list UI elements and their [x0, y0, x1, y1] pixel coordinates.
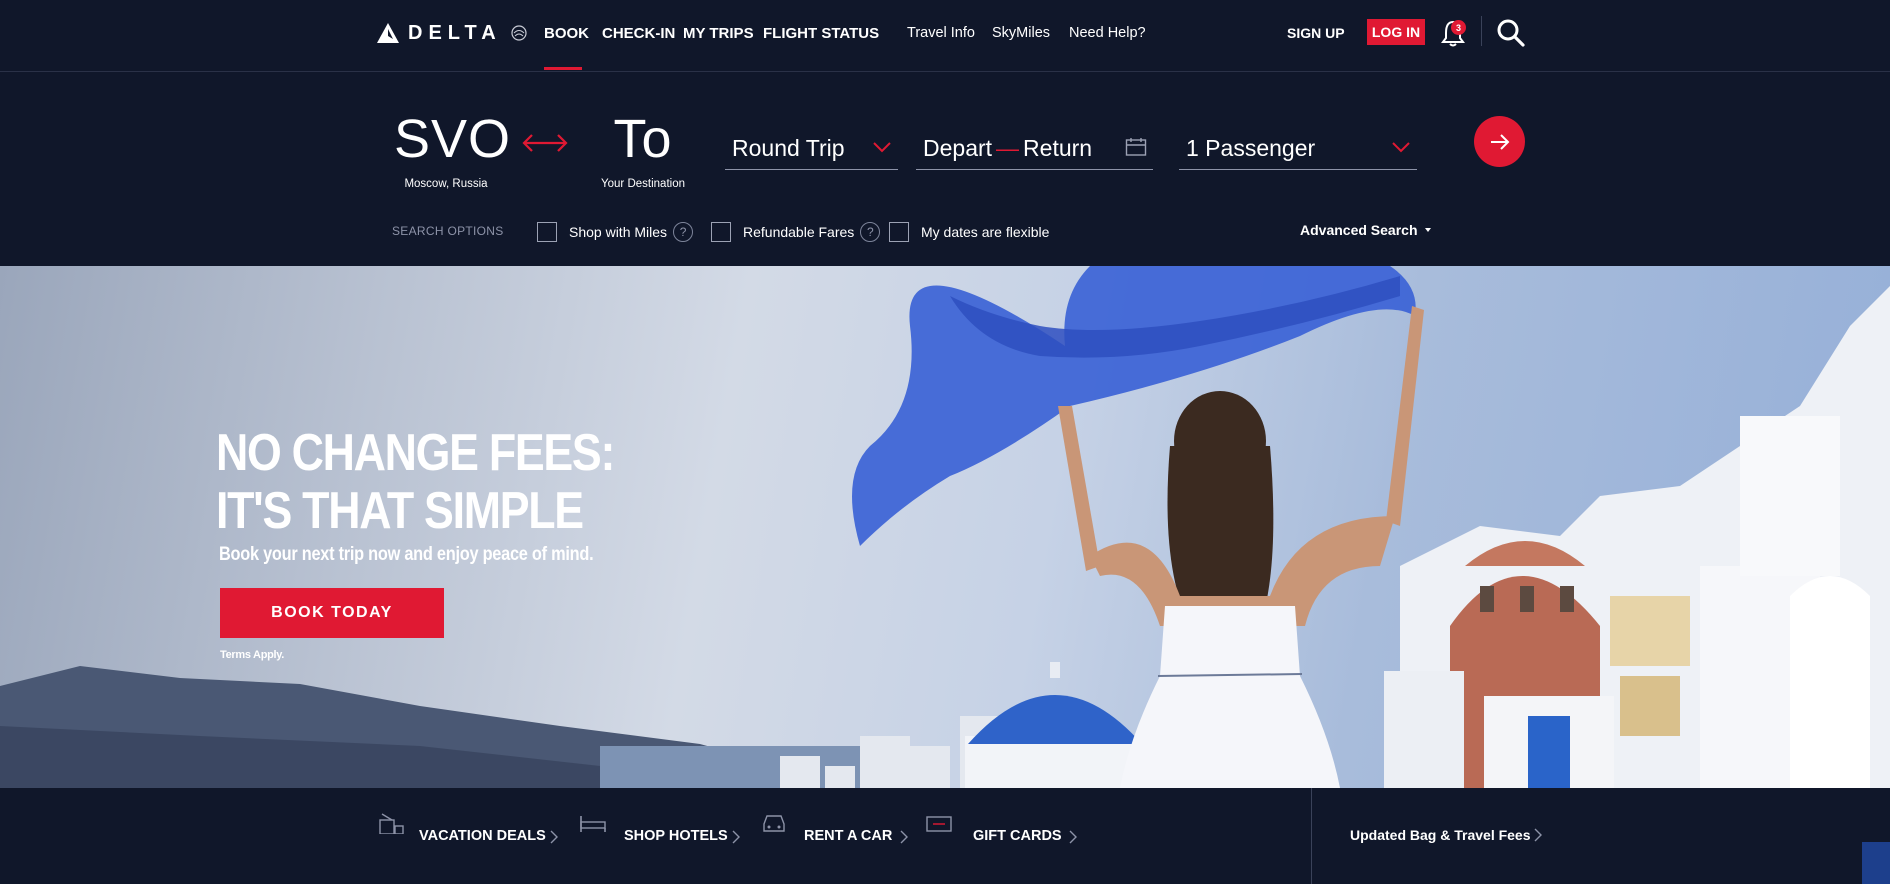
terms-apply-link[interactable]: Terms Apply.: [220, 649, 284, 661]
rent-a-car-link[interactable]: RENT A CAR: [804, 828, 892, 844]
search-flights-button[interactable]: [1474, 116, 1525, 167]
delta-homepage: DELTA BOOK CHECK-IN MY TRIPS FLIGHT STAT…: [0, 0, 1890, 884]
search-options-label: SEARCH OPTIONS: [392, 224, 504, 238]
delta-logo[interactable]: DELTA: [376, 18, 528, 48]
nav-my-trips[interactable]: MY TRIPS: [683, 25, 754, 42]
advanced-search-link[interactable]: Advanced Search: [1300, 222, 1432, 238]
log-in-button[interactable]: LOG IN: [1367, 19, 1425, 45]
car-icon: [763, 815, 785, 832]
flight-search-form: SVO Moscow, Russia To Your Destination R…: [0, 72, 1890, 266]
option-shop-with-miles[interactable]: Shop with Miles ?: [537, 220, 694, 244]
origin-city: Moscow, Russia: [404, 178, 488, 190]
delta-wordmark: DELTA: [408, 21, 502, 44]
active-tab-indicator: [544, 67, 582, 70]
refundable-fares-checkbox[interactable]: [711, 222, 731, 242]
shop-with-miles-label: Shop with Miles: [569, 224, 668, 240]
hero-title-line-2: IT'S THAT SIMPLE: [216, 482, 584, 540]
help-icon[interactable]: ?: [673, 222, 694, 242]
bed-icon: [580, 816, 606, 832]
book-today-button[interactable]: BOOK TODAY: [220, 588, 444, 638]
quick-links-strip: VACATION DEALS SHOP HOTELS RENT A CAR GI…: [0, 788, 1890, 884]
nav-need-help[interactable]: Need Help?: [1069, 25, 1146, 41]
depart-label: Depart: [923, 135, 993, 161]
swap-arrows-icon[interactable]: [520, 128, 570, 158]
hero-title-line-1: NO CHANGE FEES:: [216, 424, 615, 482]
origin-code: SVO: [394, 109, 512, 169]
hero-subtitle: Book your next trip now and enjoy peace …: [219, 544, 594, 565]
vacation-icon: [379, 813, 404, 834]
chevron-right-icon: [550, 830, 558, 844]
help-icon[interactable]: ?: [860, 222, 881, 242]
trip-type-select[interactable]: Round Trip: [725, 128, 898, 170]
caret-down-icon: [1424, 228, 1431, 232]
strip-divider: [1311, 788, 1312, 884]
return-label: Return: [1023, 135, 1093, 161]
refundable-fares-label: Refundable Fares: [743, 224, 855, 240]
destination-code: To: [613, 109, 673, 169]
advanced-search-label: Advanced Search: [1300, 222, 1418, 238]
hero-banner: NO CHANGE FEES: IT'S THAT SIMPLE Book yo…: [0, 266, 1890, 788]
flexible-dates-checkbox[interactable]: [889, 222, 909, 242]
notification-badge: 3: [1451, 20, 1466, 35]
gift-card-icon: [926, 816, 952, 832]
hero-title: NO CHANGE FEES: IT'S THAT SIMPLE: [216, 424, 615, 540]
nav-flight-status[interactable]: FLIGHT STATUS: [763, 25, 879, 42]
dates-text: Depart — Return: [916, 135, 1092, 162]
trip-type-value: Round Trip: [732, 135, 845, 161]
dates-separator: —: [996, 135, 1020, 161]
skyteam-icon: [511, 25, 527, 41]
delta-widget-icon: [377, 23, 399, 43]
calendar-icon: [1125, 138, 1147, 156]
passenger-value: 1 Passenger: [1186, 135, 1316, 161]
nav-skymiles[interactable]: SkyMiles: [992, 25, 1050, 41]
feedback-tab[interactable]: [1862, 842, 1890, 884]
shop-hotels-link[interactable]: SHOP HOTELS: [624, 828, 728, 844]
sign-up-link[interactable]: SIGN UP: [1287, 25, 1345, 41]
gift-cards-link[interactable]: GIFT CARDS: [973, 828, 1062, 844]
nav-travel-info[interactable]: Travel Info: [907, 25, 975, 41]
destination-airport[interactable]: To Your Destination: [596, 112, 690, 190]
destination-city: Your Destination: [601, 178, 685, 190]
option-refundable-fares[interactable]: Refundable Fares ?: [711, 220, 881, 244]
search-icon[interactable]: [1496, 18, 1526, 48]
arrow-right-icon: [1490, 133, 1509, 150]
origin-airport[interactable]: SVO Moscow, Russia: [394, 109, 512, 190]
nav-check-in[interactable]: CHECK-IN: [602, 25, 675, 42]
chevron-down-icon: [873, 142, 891, 153]
option-flexible-dates[interactable]: My dates are flexible: [889, 220, 1049, 244]
chevron-down-icon: [1392, 142, 1410, 153]
chevron-right-icon: [1069, 830, 1077, 844]
passenger-select[interactable]: 1 Passenger: [1179, 128, 1417, 170]
updated-bag-fees-link[interactable]: Updated Bag & Travel Fees: [1350, 827, 1531, 843]
chevron-right-icon: [732, 830, 740, 844]
top-navigation: DELTA BOOK CHECK-IN MY TRIPS FLIGHT STAT…: [0, 0, 1890, 72]
date-picker[interactable]: Depart — Return: [916, 128, 1153, 170]
nav-divider: [1481, 16, 1482, 46]
nav-book[interactable]: BOOK: [544, 25, 589, 42]
shop-with-miles-checkbox[interactable]: [537, 222, 557, 242]
flexible-dates-label: My dates are flexible: [921, 224, 1050, 240]
chevron-right-icon: [1534, 828, 1542, 842]
chevron-right-icon: [900, 830, 908, 844]
vacation-deals-link[interactable]: VACATION DEALS: [419, 828, 546, 844]
